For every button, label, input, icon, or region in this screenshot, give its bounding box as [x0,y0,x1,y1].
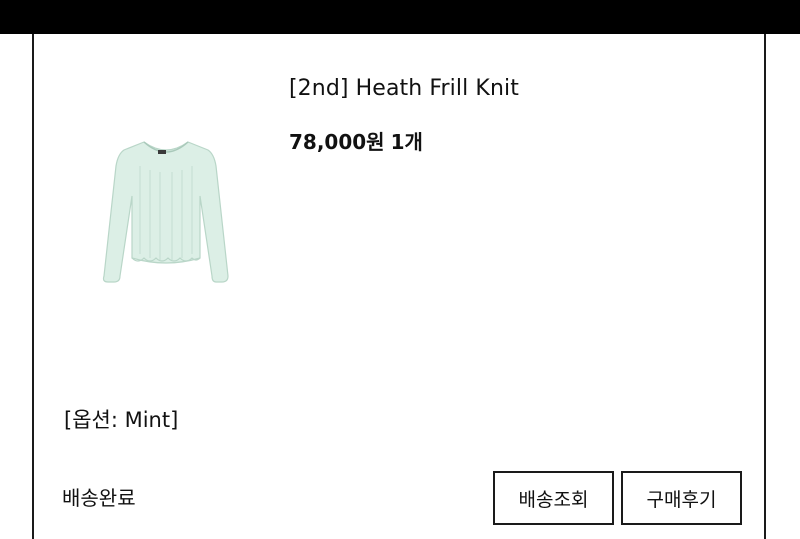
product-price: 78,000원 [289,130,385,154]
track-delivery-button[interactable]: 배송조회 [493,471,614,525]
delivery-status: 배송완료 [62,486,136,510]
product-image[interactable] [96,136,236,291]
write-review-button[interactable]: 구매후기 [621,471,742,525]
product-option: [옵션: Mint] [64,408,179,432]
order-screen: [2nd] Heath Frill Knit 78,000원 1개 [옵션: Mi… [0,0,800,539]
product-name[interactable]: [2nd] Heath Frill Knit [289,76,519,101]
top-bar [0,0,800,34]
product-quantity: 1개 [390,130,423,154]
price-quantity: 78,000원 1개 [289,126,423,155]
order-item-card: [2nd] Heath Frill Knit 78,000원 1개 [옵션: Mi… [32,34,766,539]
